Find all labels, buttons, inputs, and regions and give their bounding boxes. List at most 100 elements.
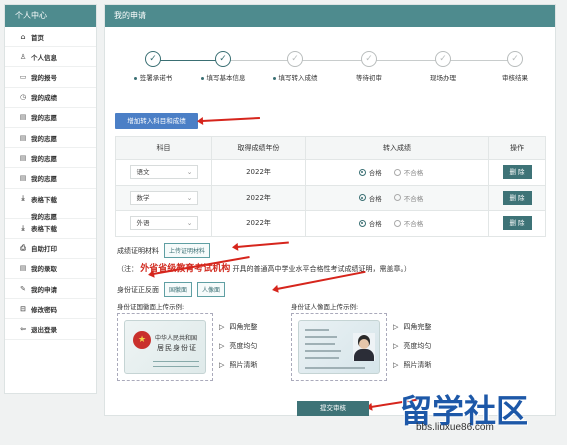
sidebar-item[interactable]: ♙ 个人信息 — [5, 47, 96, 68]
col-subject: 科目 — [115, 136, 212, 160]
sidebar-item-label: 我的成绩 — [31, 94, 57, 103]
sidebar-item[interactable]: ▤ 我的志愿 — [5, 148, 96, 169]
sidebar-item-label: 我的申请 — [31, 285, 57, 294]
sidebar-item[interactable]: ▤ 我的志愿 — [5, 108, 96, 128]
pass-radio[interactable] — [358, 194, 366, 202]
step-label: 填写基本信息 — [206, 74, 246, 82]
annotation-arrow — [201, 116, 260, 122]
clock-icon: ◷ — [19, 93, 27, 102]
subject-value: 数学 — [136, 193, 150, 202]
check-label: 四角完整 — [229, 322, 258, 331]
download-icon: ⤓ — [21, 193, 25, 202]
check-item: ▷ 亮度均匀 — [219, 336, 257, 355]
chevron-down-icon: ⌄ — [186, 168, 193, 177]
doc-icon: ▤ — [19, 173, 27, 182]
lock-icon: ⊟ — [20, 304, 26, 313]
check-label: 亮度均匀 — [403, 341, 432, 350]
sidebar-item[interactable]: ▤ 我的志愿 — [5, 168, 96, 189]
submit-button[interactable]: 提交审核 — [297, 401, 369, 416]
check-circle-icon: ✓ — [215, 51, 231, 67]
subject-select[interactable]: 数学 ⌄ — [129, 190, 198, 205]
download-icon: ⤓ — [21, 223, 25, 232]
year-cell: 2022年 — [211, 184, 306, 211]
delete-button[interactable]: 删 除 — [502, 216, 532, 231]
delete-button[interactable]: 删 除 — [502, 190, 532, 205]
note-prefix: （注： — [117, 265, 138, 273]
page: 个人中心 ⌂ 首页 ♙ 个人信息 ▭ 我的报号 ◷ 我的成绩 ▤ 我的志愿 ▤ 我的志愿 ▤ 我的志愿 ▤ 我… — [0, 0, 567, 445]
fail-radio[interactable] — [393, 168, 401, 176]
card-text-1: 中华人民共和国 — [155, 335, 198, 342]
sidebar-item[interactable]: ⤓ 表格下载 — [5, 219, 96, 239]
upload-cert-button[interactable]: 上传证明材料 — [164, 243, 211, 258]
bullet-icon — [133, 76, 137, 80]
check-item: ▷ 照片清晰 — [393, 355, 431, 374]
fail-radio[interactable] — [393, 219, 401, 227]
sidebar-item[interactable]: ⤓ 表格下载 我的志愿 — [5, 189, 96, 221]
id-card-portrait-image — [298, 320, 380, 374]
fail-label: 不合格 — [403, 220, 424, 229]
back-checklist: ▷ 四角完整 ▷ 亮度均匀 ▷ 照片清晰 — [393, 317, 431, 374]
pass-radio[interactable] — [358, 219, 366, 227]
subject-select[interactable]: 语文 ⌄ — [129, 165, 198, 180]
pass-label: 合格 — [368, 194, 382, 203]
check-label: 亮度均匀 — [229, 341, 258, 350]
card-text-line — [305, 329, 329, 331]
example-back-title: 身份证人像面上传示例: — [291, 303, 359, 311]
fail-radio[interactable] — [393, 194, 401, 202]
col-year: 取得成绩年份 — [211, 136, 306, 160]
pass-label: 合格 — [368, 169, 382, 178]
sidebar-item[interactable]: ⌂ 首页 — [5, 27, 96, 48]
progress-steps: ✓ 签署承诺书 ✓ 填写基本信息 ✓ 填写转入成绩 ✓ 等待初审 ✓ 现场办理 ✓ 审核结果 — [105, 49, 557, 89]
pass-radio[interactable] — [358, 168, 366, 176]
step: ✓ 填写转入成绩 — [255, 51, 335, 82]
example-back-frame — [291, 313, 387, 381]
sidebar-title: 个人中心 — [5, 5, 96, 27]
upload-portrait-side-button[interactable]: 人像面 — [197, 282, 226, 297]
upload-emblem-side-button[interactable]: 国徽面 — [164, 282, 193, 297]
main-panel: 我的申请 ✓ 签署承诺书 ✓ 填写基本信息 ✓ 填写转入成绩 ✓ 等待初审 ✓ 现场办理 ✓ 审核结果… — [104, 4, 556, 416]
cert-row: 成绩证明材料 上传证明材料 — [117, 243, 211, 258]
doc-icon: ▤ — [19, 113, 27, 122]
card-line — [153, 366, 199, 367]
subject-select[interactable]: 外语 ⌄ — [129, 216, 198, 231]
play-icon: ▷ — [393, 322, 399, 331]
year-cell: 2022年 — [211, 159, 306, 186]
check-circle-icon: ✓ — [287, 51, 303, 67]
page-title: 我的申请 — [105, 5, 555, 27]
add-subject-button[interactable]: 增加转入科目和成绩 — [115, 113, 198, 129]
fail-label: 不合格 — [403, 169, 424, 178]
check-label: 四角完整 — [403, 322, 432, 331]
sidebar-item[interactable]: ⎙ 自助打印 — [5, 239, 96, 259]
table-row: 外语 ⌄ 2022年 合格 不合格 删 除 — [115, 210, 546, 237]
step-label-wrap: 签署承诺书 — [113, 72, 193, 82]
sidebar-item[interactable]: ◷ 我的成绩 — [5, 88, 96, 108]
step: ✓ 现场办理 — [403, 51, 483, 82]
check-label: 照片清晰 — [229, 360, 258, 369]
admission-icon: ▤ — [19, 264, 27, 273]
play-icon: ▷ — [393, 360, 399, 369]
portrait-photo-icon — [353, 333, 375, 361]
card-line — [153, 361, 199, 362]
action-cell: 删 除 — [488, 210, 546, 237]
sidebar-item[interactable]: ⊟ 修改密码 — [5, 299, 96, 320]
sidebar-item[interactable]: ⇦ 退出登录 — [5, 319, 96, 340]
sidebar-item-label: 我的录取 — [31, 265, 57, 274]
sidebar-item[interactable]: ✎ 我的申请 — [5, 279, 96, 300]
card-text-2: 居民身份证 — [157, 344, 197, 352]
step-label-wrap: 填写转入成绩 — [255, 72, 335, 82]
sidebar-item[interactable]: ▤ 我的录取 — [5, 259, 96, 280]
delete-button[interactable]: 删 除 — [502, 165, 532, 180]
sidebar-item-label: 个人信息 — [31, 53, 57, 62]
doc-icon: ▤ — [19, 133, 27, 142]
check-item: ▷ 四角完整 — [393, 317, 431, 336]
card-icon: ▭ — [19, 72, 27, 81]
sidebar: 个人中心 ⌂ 首页 ♙ 个人信息 ▭ 我的报号 ◷ 我的成绩 ▤ 我的志愿 ▤ 我的志愿 ▤ 我的志愿 ▤ 我… — [4, 4, 97, 394]
sidebar-item-label: 修改密码 — [31, 305, 57, 314]
chevron-down-icon: ⌄ — [186, 193, 193, 202]
id-row: 身份证正反面 国徽面 人像面 — [117, 282, 226, 297]
sidebar-item[interactable]: ▭ 我的报号 — [5, 67, 96, 88]
pass-label: 合格 — [368, 220, 382, 229]
sidebar-item[interactable]: ▤ 我的志愿 — [5, 128, 96, 149]
step-label: 签署承诺书 — [139, 74, 173, 82]
check-item: ▷ 四角完整 — [219, 317, 257, 336]
